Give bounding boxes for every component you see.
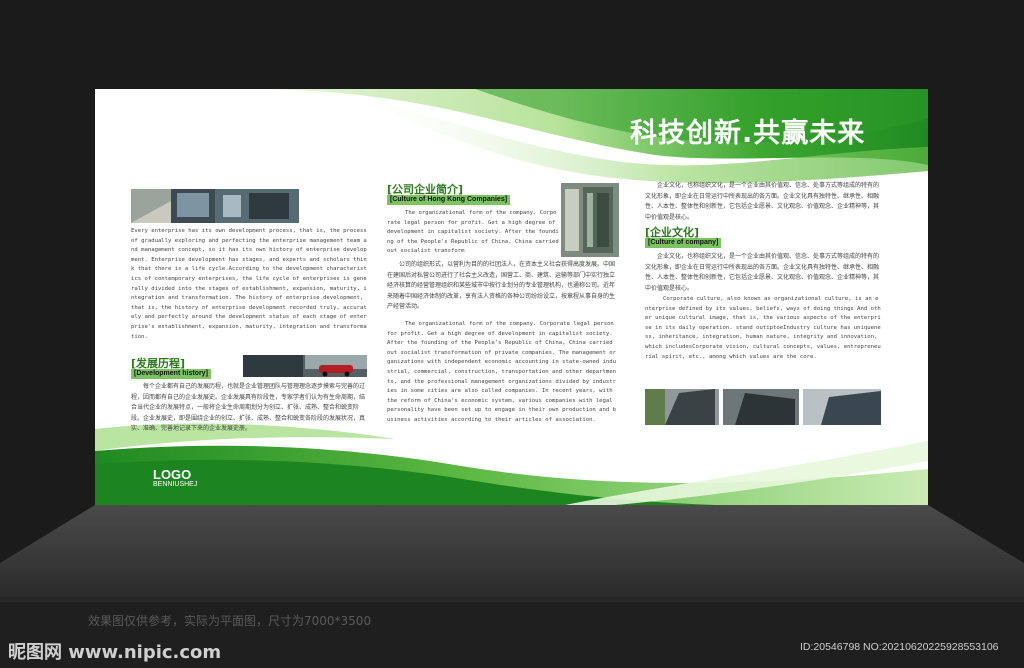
culture-heading-en: [Culture of company] — [645, 238, 722, 248]
board-title: 科技创新.共赢未来 — [630, 118, 866, 149]
disclaimer-caption: 效果图仅供参考，实际为平面图，尺寸为7000*3500 — [88, 614, 372, 628]
history-chinese-text: 每个企业都有自己的发展历程，也就是企业管理团队与管理理念逐步摸索与完善的过程，因… — [131, 383, 366, 432]
image-id-watermark: ID:20546798 NO:20210620225928553106 — [800, 641, 999, 653]
logo-subtext: BENNIUSHEJ — [153, 481, 198, 488]
history-english-text: Every enterprise has its own development… — [131, 228, 367, 340]
history-heading-en: [Development history] — [131, 369, 211, 379]
company-english-text-1: The organizational form of the company. … — [387, 210, 559, 255]
company-heading-en: [Culture of Hong Kong Companies] — [387, 195, 511, 205]
building-photo-strip — [131, 189, 299, 223]
office-photo — [561, 183, 619, 257]
logo-text: LOGO — [153, 467, 192, 482]
tower-photo-strip — [645, 389, 881, 425]
culture-english-text: Corporate culture, also known as organiz… — [645, 296, 881, 360]
company-logo: LOGO BENNIUSHEJ — [153, 467, 197, 488]
car-photo-strip — [243, 355, 367, 377]
display-scene: 科技创新.共赢未来 Every enterprise has its own d… — [0, 0, 1024, 668]
site-watermark: 昵图网 www.nipic.com — [8, 642, 222, 663]
company-chinese-text: 公司的组织形式，以营利为目的的社团法人，在资本主义社会获得高度发展。中国在建国后… — [387, 261, 616, 310]
company-english-text-2: The organizational form of the company. … — [387, 321, 617, 423]
culture-chinese-text-2: 企业文化，也称组织文化，是一个企业由其价值观、信念、处事方式等组成的特有的文化形… — [645, 253, 880, 292]
display-board: 科技创新.共赢未来 Every enterprise has its own d… — [95, 89, 928, 505]
culture-chinese-text-1: 企业文化，也称组织文化，是一个企业由其价值观、信念、处事方式等组成的特有的文化形… — [645, 182, 880, 221]
